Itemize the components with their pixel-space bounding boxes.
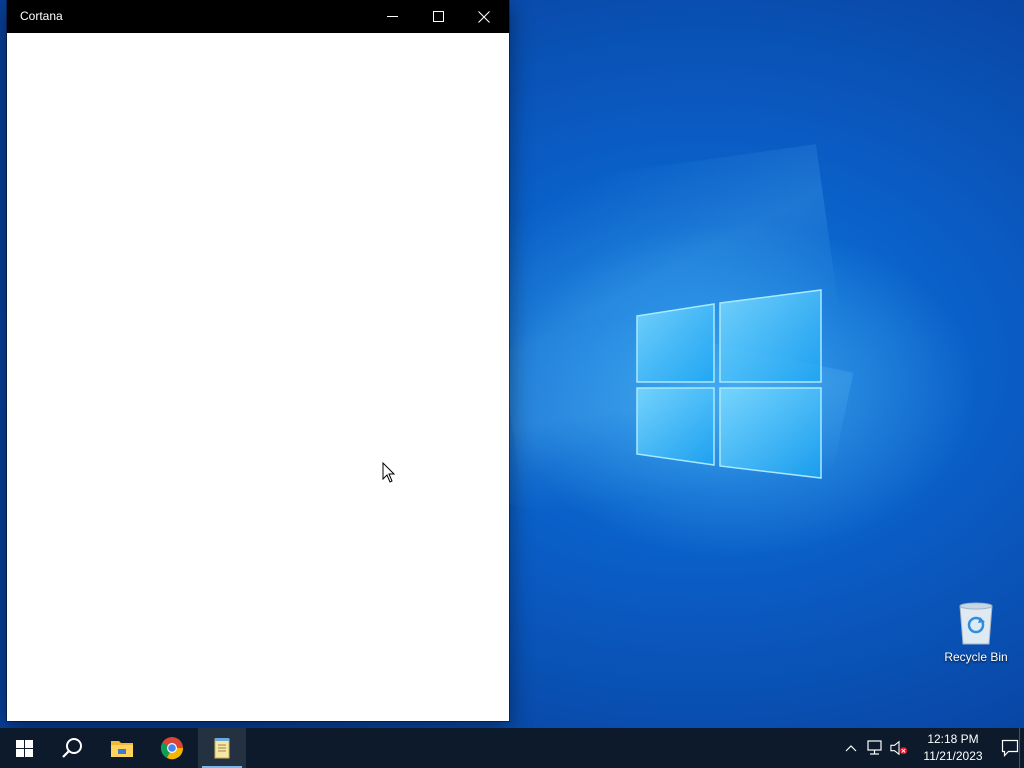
notepad-icon (214, 738, 230, 759)
start-button[interactable] (0, 728, 48, 768)
recycle-bin-icon (959, 602, 993, 645)
minimize-button[interactable] (369, 0, 415, 33)
window-title: Cortana (20, 9, 63, 23)
close-button[interactable] (461, 0, 507, 33)
chrome-icon (160, 737, 184, 760)
mouse-cursor-icon (382, 462, 396, 483)
recycle-bin-label: Recycle Bin (944, 650, 1008, 664)
cortana-content-area[interactable] (7, 33, 509, 721)
show-hidden-icons-button[interactable] (842, 739, 860, 757)
windows-logo-icon (15, 739, 33, 757)
network-icon (867, 740, 882, 755)
search-button[interactable] (48, 728, 96, 768)
close-icon (478, 10, 490, 23)
clock-date: 11/21/2023 (923, 749, 983, 763)
volume-button[interactable] (890, 739, 908, 757)
notification-icon (1001, 739, 1019, 757)
taskbar-clock[interactable]: 12:18 PM 11/21/2023 (914, 731, 992, 765)
notepad-button[interactable] (198, 728, 246, 768)
network-button[interactable] (866, 739, 884, 757)
recycle-bin-desktop-icon[interactable]: Recycle Bin (940, 600, 1012, 676)
search-icon (62, 738, 82, 758)
clock-time: 12:18 PM (927, 732, 979, 746)
volume-muted-icon (890, 740, 908, 756)
show-desktop-button[interactable] (1019, 728, 1024, 768)
folder-icon (111, 741, 133, 757)
chrome-button[interactable] (148, 728, 196, 768)
maximize-icon (432, 11, 444, 22)
chevron-up-icon (845, 745, 857, 752)
cortana-window[interactable]: Cortana (7, 0, 509, 721)
maximize-button[interactable] (415, 0, 461, 33)
taskbar: 12:18 PM 11/21/2023 (0, 728, 1024, 768)
windows-wallpaper-logo (636, 289, 822, 479)
system-tray: 12:18 PM 11/21/2023 (834, 728, 1024, 768)
file-explorer-button[interactable] (98, 728, 146, 768)
window-titlebar[interactable]: Cortana (7, 0, 509, 33)
minimize-icon (386, 16, 398, 17)
